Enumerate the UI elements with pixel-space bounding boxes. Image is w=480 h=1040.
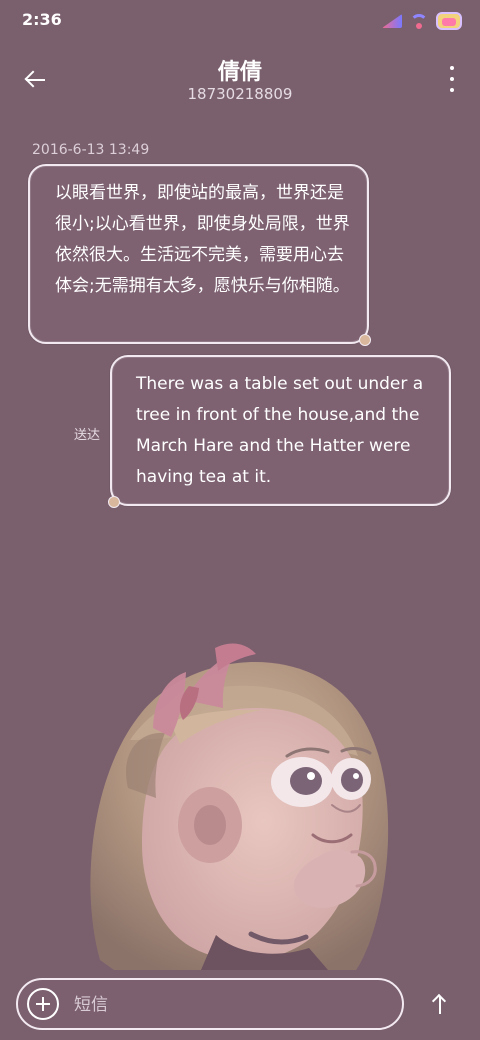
outgoing-message-bubble[interactable]: There was a table set out under a tree i…: [108, 355, 451, 508]
wifi-icon: [410, 14, 428, 29]
contact-number: 18730218809: [187, 85, 293, 103]
more-button[interactable]: [444, 66, 460, 92]
sender-avatar: [108, 496, 120, 508]
message-input[interactable]: [72, 988, 386, 1022]
incoming-message-text: 以眼看世界，即使站的最高，世界还是很小;以心看世界，即使身处局限，世界依然很大。…: [55, 183, 350, 296]
status-icons: [382, 10, 462, 32]
signal-icon: [382, 14, 402, 28]
plus-icon: [36, 997, 50, 1011]
more-vertical-icon: [450, 88, 454, 92]
more-vertical-icon: [450, 66, 454, 70]
girl-wallpaper-illustration: [90, 643, 389, 970]
contact-avatar: [359, 334, 371, 346]
send-button[interactable]: [426, 990, 454, 1018]
more-vertical-icon: [450, 77, 454, 81]
outgoing-message-text: There was a table set out under a tree i…: [136, 374, 424, 487]
status-time: 2:36: [22, 10, 62, 29]
message-timestamp: 2016-6-13 13:49: [32, 142, 150, 158]
send-arrow-icon: [431, 994, 449, 1014]
add-attachment-button[interactable]: [27, 988, 59, 1020]
message-composer: [16, 978, 404, 1030]
contact-name: 倩倩: [217, 60, 262, 85]
incoming-message-bubble[interactable]: 以眼看世界，即使站的最高，世界还是很小;以心看世界，即使身处局限，世界依然很大。…: [28, 164, 371, 346]
battery-icon: [436, 12, 462, 30]
status-bar: 2:36: [0, 0, 480, 44]
conversation-header: 倩倩 18730218809: [0, 44, 480, 114]
delivery-status: 送达: [74, 428, 101, 443]
